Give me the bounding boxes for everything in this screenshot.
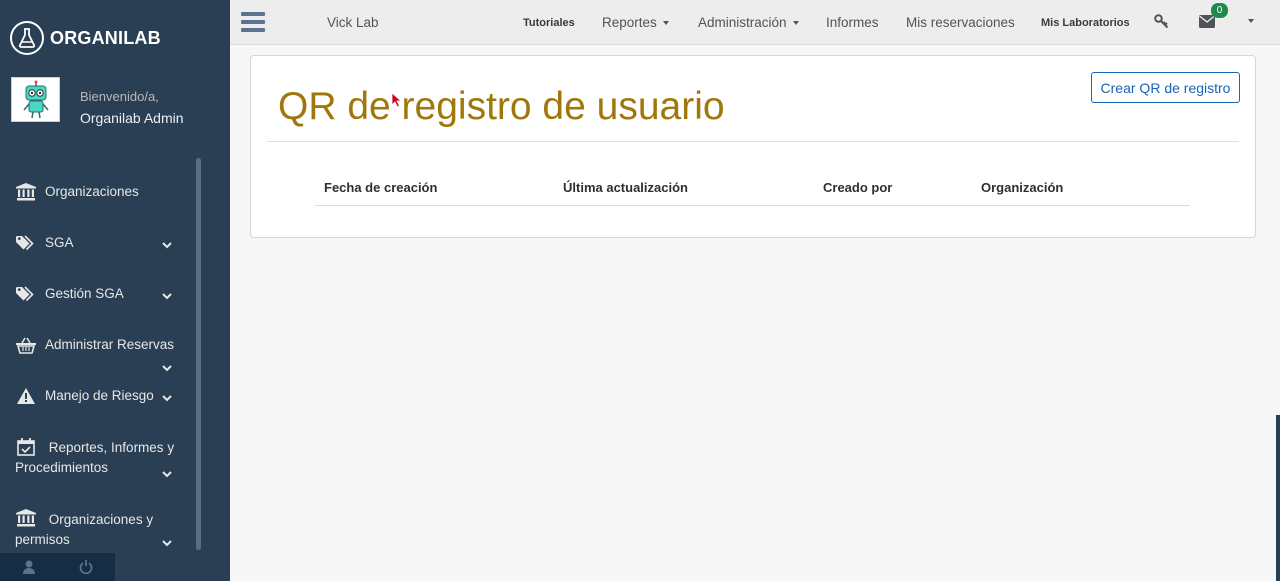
sidebar-item-organizaciones[interactable]: Organizaciones	[15, 182, 185, 202]
caret-down-icon	[1248, 19, 1254, 24]
nav-label: Reportes	[602, 15, 657, 30]
page-title: QR de registro de usuario	[278, 85, 725, 128]
chevron-down-icon	[162, 237, 172, 252]
user-icon[interactable]	[0, 553, 58, 581]
nav-mis-reservaciones[interactable]: Mis reservaciones	[906, 15, 1015, 30]
sidebar-item-gestion-sga[interactable]: Gestión SGA	[15, 284, 185, 304]
chevron-down-icon	[162, 533, 172, 553]
calendar-check-icon	[15, 437, 37, 457]
nav-label: Administración	[698, 15, 787, 30]
sidebar-item-administrar-reservas[interactable]: Administrar Reservas	[15, 335, 185, 372]
sidebar-scrollbar[interactable]	[196, 158, 201, 550]
chevron-down-icon	[162, 390, 172, 405]
sidebar-item-label: Manejo de Riesgo	[45, 388, 154, 403]
column-header[interactable]: Organización	[972, 171, 1190, 206]
top-navbar: Vick Lab Tutoriales Reportes Administrac…	[230, 0, 1280, 45]
sidebar-item-label: Organizaciones	[45, 184, 139, 199]
flask-icon	[10, 21, 44, 55]
column-header[interactable]: Última actualización	[554, 171, 814, 206]
lab-name[interactable]: Vick Lab	[327, 15, 379, 30]
sidebar-item-reportes-informes[interactable]: Reportes, Informes y Procedimientos	[15, 437, 185, 478]
sidebar-footer	[0, 553, 115, 581]
nav-reportes-dropdown[interactable]: Reportes	[602, 15, 669, 30]
institution-icon	[15, 508, 37, 528]
profile: Bienvenido/a, Organilab Admin	[11, 77, 184, 126]
table-header-row: Fecha de creación Última actualización C…	[315, 171, 1190, 206]
key-icon[interactable]	[1154, 14, 1169, 32]
messages-badge: 0	[1211, 3, 1228, 18]
warning-icon	[15, 386, 37, 406]
column-header[interactable]: Creado por	[814, 171, 972, 206]
create-qr-button[interactable]: Crear QR de registro	[1091, 72, 1240, 103]
nav-administracion-dropdown[interactable]: Administración	[698, 15, 799, 30]
content-card: QR de registro de usuario Crear QR de re…	[250, 55, 1256, 238]
sidebar-item-sga[interactable]: SGA	[15, 233, 185, 253]
basket-icon	[15, 335, 37, 355]
column-header[interactable]: Fecha de creación	[315, 171, 554, 206]
window-edge	[1276, 415, 1280, 581]
user-name: Organilab Admin	[80, 110, 184, 126]
nav-mis-laboratorios[interactable]: Mis Laboratorios	[1041, 17, 1130, 29]
sidebar-item-manejo-de-riesgo[interactable]: Manejo de Riesgo	[15, 386, 185, 406]
sidebar-item-organizaciones-permisos[interactable]: Organizaciones y permisos	[15, 508, 185, 550]
sidebar: ORGANILAB Bienvenido/a, Organilab Admin	[0, 0, 230, 581]
chevron-down-icon	[162, 464, 172, 484]
caret-down-icon	[662, 21, 669, 26]
sidebar-item-label: Administrar Reservas	[45, 337, 175, 352]
greeting: Bienvenido/a,	[80, 89, 159, 104]
menu-toggle-icon[interactable]	[241, 12, 265, 32]
tags-icon	[15, 284, 37, 304]
robot-avatar	[11, 77, 60, 122]
brand[interactable]: ORGANILAB	[10, 20, 161, 56]
chevron-down-icon	[162, 360, 172, 375]
caret-down-icon	[792, 21, 799, 26]
qr-table: Fecha de creación Última actualización C…	[315, 171, 1190, 206]
chevron-down-icon	[162, 288, 172, 303]
mouse-cursor-icon	[391, 92, 403, 112]
power-icon[interactable]	[58, 553, 116, 581]
nav-informes[interactable]: Informes	[826, 15, 879, 30]
institution-icon	[15, 182, 37, 202]
brand-name: ORGANILAB	[50, 27, 161, 48]
tags-icon	[15, 233, 37, 253]
sidebar-item-label: Gestión SGA	[45, 286, 124, 301]
sidebar-item-label: SGA	[45, 235, 74, 250]
envelope-icon[interactable]	[1199, 15, 1215, 31]
sidebar-item-label: Reportes, Informes y Procedimientos	[15, 440, 175, 475]
nav-tutoriales[interactable]: Tutoriales	[523, 17, 575, 29]
user-dropdown-toggle[interactable]	[1242, 13, 1254, 28]
divider	[267, 141, 1239, 142]
